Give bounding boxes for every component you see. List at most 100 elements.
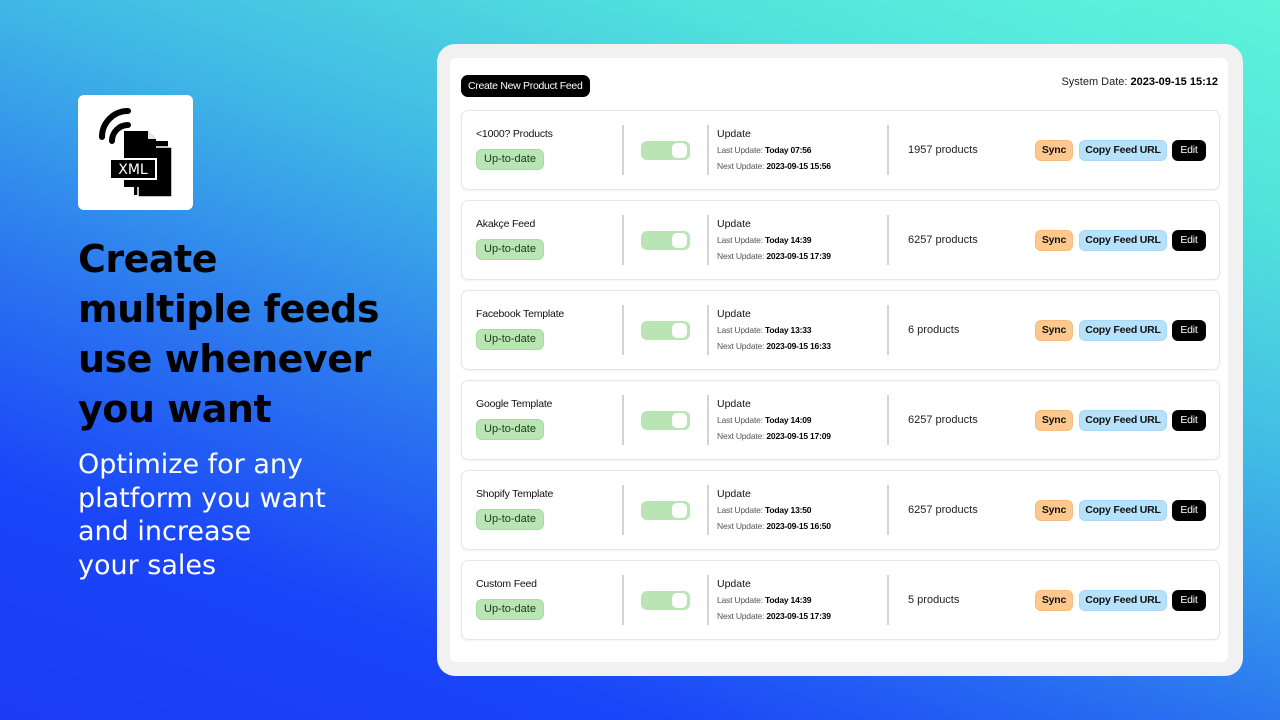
update-title: Update bbox=[717, 488, 751, 500]
product-count: 6257 products bbox=[908, 414, 978, 426]
feed-enabled-toggle[interactable] bbox=[641, 321, 690, 340]
copy-feed-url-button[interactable]: Copy Feed URL bbox=[1079, 500, 1167, 521]
divider bbox=[622, 575, 624, 625]
next-update-value: 2023-09-15 17:39 bbox=[766, 251, 831, 261]
product-count: 6 products bbox=[908, 324, 960, 336]
last-update: Last Update: Today 14:09 bbox=[717, 415, 811, 425]
subline-line: your sales bbox=[78, 549, 217, 581]
last-update-label: Last Update: bbox=[717, 325, 763, 335]
feed-name: <1000? Products bbox=[476, 128, 553, 140]
edit-button[interactable]: Edit bbox=[1172, 140, 1206, 161]
next-update-label: Next Update: bbox=[717, 251, 765, 261]
divider bbox=[707, 485, 709, 535]
divider bbox=[622, 395, 624, 445]
edit-button[interactable]: Edit bbox=[1172, 410, 1206, 431]
app-window: Create New Product Feed System Date: 202… bbox=[437, 44, 1243, 676]
divider bbox=[707, 305, 709, 355]
last-update-label: Last Update: bbox=[717, 505, 763, 515]
toggle-knob bbox=[672, 143, 687, 158]
next-update-value: 2023-09-15 16:33 bbox=[766, 341, 831, 351]
system-date-value: 2023-09-15 15:12 bbox=[1130, 76, 1218, 88]
feed-row: <1000? Products Up-to-date Update Last U… bbox=[461, 110, 1220, 190]
next-update-value: 2023-09-15 15:56 bbox=[766, 161, 831, 171]
divider bbox=[887, 305, 889, 355]
sync-button[interactable]: Sync bbox=[1035, 230, 1073, 251]
feed-enabled-toggle[interactable] bbox=[641, 231, 690, 250]
divider bbox=[622, 485, 624, 535]
divider bbox=[622, 305, 624, 355]
subline-line: Optimize for any bbox=[78, 449, 303, 480]
toggle-knob bbox=[672, 503, 687, 518]
divider bbox=[707, 395, 709, 445]
feed-row: Akakçe Feed Up-to-date Update Last Updat… bbox=[461, 200, 1220, 280]
sync-button[interactable]: Sync bbox=[1035, 590, 1073, 611]
feed-row: Google Template Up-to-date Update Last U… bbox=[461, 380, 1220, 460]
sync-button[interactable]: Sync bbox=[1035, 500, 1073, 521]
sync-button[interactable]: Sync bbox=[1035, 140, 1073, 161]
edit-button[interactable]: Edit bbox=[1172, 320, 1206, 341]
feed-enabled-toggle[interactable] bbox=[641, 591, 690, 610]
status-badge: Up-to-date bbox=[476, 599, 544, 620]
feed-row: Facebook Template Up-to-date Update Last… bbox=[461, 290, 1220, 370]
edit-button[interactable]: Edit bbox=[1172, 590, 1206, 611]
feed-name: Facebook Template bbox=[476, 308, 565, 320]
svg-text:XML: XML bbox=[118, 162, 148, 178]
last-update: Last Update: Today 07:56 bbox=[717, 145, 811, 155]
system-date: System Date: 2023-09-15 15:12 bbox=[1061, 76, 1218, 88]
feed-row: Shopify Template Up-to-date Update Last … bbox=[461, 470, 1220, 550]
divider bbox=[887, 575, 889, 625]
toggle-knob bbox=[672, 593, 687, 608]
next-update-label: Next Update: bbox=[717, 341, 765, 351]
update-title: Update bbox=[717, 308, 751, 320]
last-update-label: Last Update: bbox=[717, 415, 763, 425]
next-update-value: 2023-09-15 16:50 bbox=[766, 521, 831, 531]
last-update-value: Today 13:50 bbox=[764, 505, 812, 515]
divider bbox=[707, 575, 709, 625]
last-update: Last Update: Today 14:39 bbox=[717, 595, 811, 605]
toggle-knob bbox=[672, 233, 687, 248]
feed-name: Custom Feed bbox=[476, 578, 537, 590]
last-update-label: Last Update: bbox=[717, 595, 763, 605]
next-update-label: Next Update: bbox=[717, 431, 765, 441]
create-feed-button[interactable]: Create New Product Feed bbox=[461, 75, 590, 97]
next-update: Next Update: 2023-09-15 16:33 bbox=[717, 341, 831, 351]
xml-feed-icon: XML bbox=[98, 107, 173, 198]
last-update-value: Today 14:09 bbox=[764, 415, 812, 425]
app-logo: XML bbox=[78, 95, 193, 210]
copy-feed-url-button[interactable]: Copy Feed URL bbox=[1079, 140, 1167, 161]
promo-subline: Optimize for any platform you want and i… bbox=[78, 448, 398, 582]
subline-line: and increase bbox=[78, 516, 252, 547]
edit-button[interactable]: Edit bbox=[1172, 230, 1206, 251]
copy-feed-url-button[interactable]: Copy Feed URL bbox=[1079, 230, 1167, 251]
feed-manager-panel: Create New Product Feed System Date: 202… bbox=[450, 58, 1228, 662]
status-badge: Up-to-date bbox=[476, 509, 544, 530]
feed-name: Akakçe Feed bbox=[476, 218, 536, 230]
last-update-value: Today 13:33 bbox=[764, 325, 812, 335]
sync-button[interactable]: Sync bbox=[1035, 320, 1073, 341]
divider bbox=[622, 125, 624, 175]
update-title: Update bbox=[717, 128, 751, 140]
copy-feed-url-button[interactable]: Copy Feed URL bbox=[1079, 410, 1167, 431]
edit-button[interactable]: Edit bbox=[1172, 500, 1206, 521]
sync-button[interactable]: Sync bbox=[1035, 410, 1073, 431]
next-update: Next Update: 2023-09-15 17:39 bbox=[717, 611, 831, 621]
divider bbox=[887, 125, 889, 175]
product-count: 1957 products bbox=[908, 144, 978, 156]
last-update-value: Today 07:56 bbox=[764, 145, 812, 155]
next-update: Next Update: 2023-09-15 17:39 bbox=[717, 251, 831, 261]
headline-line: you want bbox=[78, 387, 272, 431]
copy-feed-url-button[interactable]: Copy Feed URL bbox=[1079, 590, 1167, 611]
copy-feed-url-button[interactable]: Copy Feed URL bbox=[1079, 320, 1167, 341]
feed-enabled-toggle[interactable] bbox=[641, 501, 690, 520]
feed-enabled-toggle[interactable] bbox=[641, 141, 690, 160]
feed-name: Google Template bbox=[476, 398, 553, 410]
last-update-label: Last Update: bbox=[717, 235, 763, 245]
last-update-label: Last Update: bbox=[717, 145, 763, 155]
headline-line: multiple feeds bbox=[78, 287, 380, 331]
next-update: Next Update: 2023-09-15 16:50 bbox=[717, 521, 831, 531]
last-update: Last Update: Today 13:50 bbox=[717, 505, 811, 515]
next-update-label: Next Update: bbox=[717, 521, 765, 531]
toggle-knob bbox=[672, 323, 687, 338]
headline-line: use whenever bbox=[78, 337, 371, 381]
feed-enabled-toggle[interactable] bbox=[641, 411, 690, 430]
